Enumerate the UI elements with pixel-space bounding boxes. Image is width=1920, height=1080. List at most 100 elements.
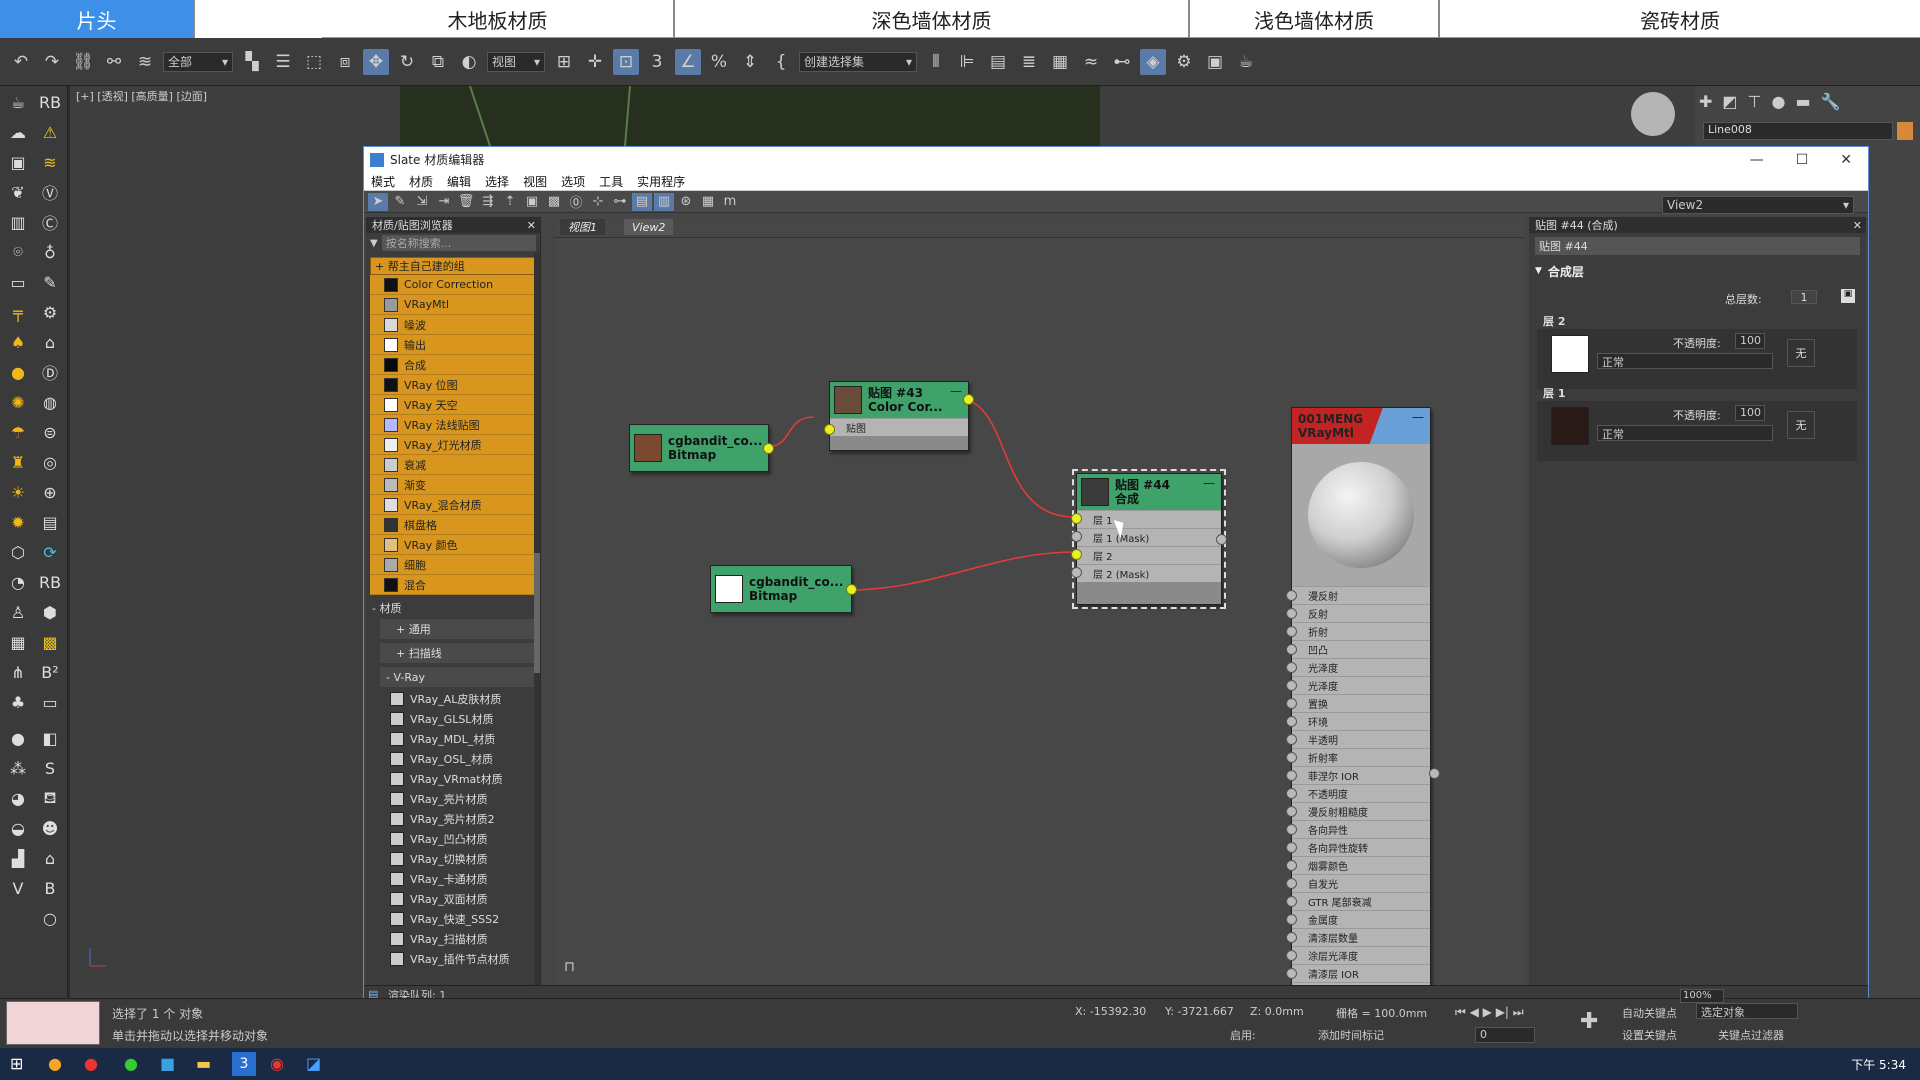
chapter-tab-dark-wall[interactable]: 深色墙体材质: [675, 0, 1190, 38]
wrench-icon[interactable]: ✎: [38, 270, 62, 294]
placement-icon[interactable]: ◐: [456, 49, 482, 75]
rb-circle-icon[interactable]: RB: [38, 570, 62, 594]
output-port[interactable]: [846, 584, 857, 595]
kettle-icon[interactable]: ⛾: [38, 786, 62, 810]
show-map-icon[interactable]: ▣: [522, 193, 542, 211]
coord-y[interactable]: Y: -3721.667: [1165, 1005, 1234, 1018]
menu-tools[interactable]: 工具: [592, 173, 630, 190]
spark-icon[interactable]: ✹: [6, 510, 30, 534]
general-group-header[interactable]: + 通用: [380, 619, 536, 639]
vraymtl-slot[interactable]: 各向异性: [1286, 820, 1430, 838]
output-port[interactable]: [1216, 534, 1227, 545]
menu-select[interactable]: 选择: [478, 173, 516, 190]
vray-material-item[interactable]: VRay_亮片材质2: [366, 809, 540, 829]
menu-edit[interactable]: 编辑: [440, 173, 478, 190]
pick-material-icon[interactable]: ✎: [390, 193, 410, 211]
vraymtl-slot[interactable]: 反射: [1286, 604, 1430, 622]
chapter-tab-wood-floor[interactable]: 木地板材质: [322, 0, 675, 38]
teapot-icon[interactable]: ☕: [6, 90, 30, 114]
input-port[interactable]: [1286, 896, 1297, 907]
home-icon[interactable]: ⌂: [38, 846, 62, 870]
vray-material-item[interactable]: VRay_凹凸材质: [366, 829, 540, 849]
blend-mode-dropdown[interactable]: 正常: [1597, 425, 1773, 441]
arrange-icon[interactable]: ⊶: [610, 193, 630, 211]
globe-icon[interactable]: ◎: [38, 450, 62, 474]
tree-icon[interactable]: ♣: [6, 690, 30, 714]
menu-view[interactable]: 视图: [516, 173, 554, 190]
sphere-grid-icon[interactable]: ◍: [38, 390, 62, 414]
s-shape-icon[interactable]: S: [38, 756, 62, 780]
browser-scrollbar[interactable]: [534, 253, 540, 987]
vraymtl-slot[interactable]: 漫反射: [1286, 586, 1430, 604]
node-slot-layer1[interactable]: 层 1: [1077, 510, 1221, 528]
layer-map-swatch[interactable]: [1551, 407, 1589, 445]
layout-all-icon[interactable]: ⓪: [566, 193, 586, 211]
maxscript-listener[interactable]: [6, 1001, 100, 1045]
layers-icon[interactable]: ≋: [38, 150, 62, 174]
rotate-icon[interactable]: ↻: [394, 49, 420, 75]
vray-material-item[interactable]: VRay_MDL_材质: [366, 729, 540, 749]
input-port[interactable]: [1286, 770, 1297, 781]
custom-group-item[interactable]: 细胞: [370, 555, 536, 575]
v-ray-icon[interactable]: V: [6, 876, 30, 900]
vraymtl-slot[interactable]: 清漆层数量: [1286, 928, 1430, 946]
parameter-editor-toggle-icon[interactable]: ▥: [654, 192, 674, 211]
navigator-icon[interactable]: ▦: [698, 193, 718, 211]
grid-tool-icon[interactable]: ▦: [6, 630, 30, 654]
object-color-swatch[interactable]: [1897, 122, 1913, 140]
custom-group-item[interactable]: 噪波: [370, 315, 536, 335]
menu-mode[interactable]: 模式: [364, 173, 402, 190]
select-by-name-icon[interactable]: ☰: [270, 49, 296, 75]
output-port[interactable]: [1429, 768, 1440, 779]
orb-icon[interactable]: ●: [6, 360, 30, 384]
square-icon[interactable]: ◧: [38, 726, 62, 750]
input-port-layer2[interactable]: [1071, 549, 1082, 560]
custom-group-item[interactable]: 输出: [370, 335, 536, 355]
grass-icon[interactable]: ⋔: [6, 660, 30, 684]
playback-controls[interactable]: ⏮ ◀ ▶ ▶| ⏭: [1455, 1005, 1524, 1020]
object-name-field[interactable]: Line008: [1703, 122, 1893, 140]
building-icon[interactable]: ⌂: [38, 330, 62, 354]
vray-material-item[interactable]: VRay_OSL_材质: [366, 749, 540, 769]
chapter-tab-light-wall[interactable]: 浅色墙体材质: [1190, 0, 1440, 38]
menu-material[interactable]: 材质: [402, 173, 440, 190]
warning-icon[interactable]: ⚠: [38, 120, 62, 144]
custom-group-item[interactable]: 合成: [370, 355, 536, 375]
node-collapse-icon[interactable]: —: [1412, 410, 1424, 424]
node-composite[interactable]: 贴图 #44 合成 — 层 1 层 1 (Mask) 层 2 层 2 (Mask): [1071, 469, 1227, 609]
ribbon-icon[interactable]: ▦: [1047, 49, 1073, 75]
auto-key-button[interactable]: 自动关键点: [1622, 1005, 1677, 1021]
selected-object-dropdown[interactable]: 选定对象: [1696, 1003, 1798, 1019]
hide-unused-icon[interactable]: ⇡: [500, 193, 520, 211]
vraymtl-slot[interactable]: 环境: [1286, 712, 1430, 730]
output-port[interactable]: [763, 443, 774, 454]
utilities-tab-icon[interactable]: 🔧: [1821, 92, 1841, 111]
viewcube[interactable]: [1631, 92, 1675, 136]
node-collapse-icon[interactable]: —: [1203, 476, 1215, 490]
input-port[interactable]: [1286, 734, 1297, 745]
custom-group-item[interactable]: VRay_灯光材质: [370, 435, 536, 455]
material-editor-icon[interactable]: ◈: [1140, 48, 1166, 75]
obs-app-icon[interactable]: ◉: [270, 1054, 284, 1073]
input-port[interactable]: [1286, 662, 1297, 673]
input-port[interactable]: [1286, 842, 1297, 853]
photoshop-app-icon[interactable]: ■: [160, 1054, 175, 1073]
vray-material-item[interactable]: VRay_AL皮肤材质: [366, 689, 540, 709]
camera-icon[interactable]: ⌾: [6, 240, 30, 264]
render-teapot-icon[interactable]: ☕: [1233, 49, 1259, 75]
vraymtl-slot[interactable]: 凹凸: [1286, 640, 1430, 658]
vraymtl-slot[interactable]: 涂层光泽度: [1286, 946, 1430, 964]
unlink-icon[interactable]: ⚯: [101, 49, 127, 75]
render-frame-icon[interactable]: ▣: [1202, 49, 1228, 75]
node-bitmap-1[interactable]: cgbandit_co... Bitmap: [629, 424, 774, 472]
curve-editor-icon[interactable]: ≈: [1078, 49, 1104, 75]
windows-start-icon[interactable]: ⊞: [10, 1054, 23, 1073]
custom-group-item[interactable]: Color Correction: [370, 275, 536, 295]
create-tab-icon[interactable]: ✚: [1699, 92, 1712, 111]
lamp-icon[interactable]: ♠: [6, 330, 30, 354]
custom-group-item[interactable]: VRay 颜色: [370, 535, 536, 555]
map-name-field[interactable]: 贴图 #44: [1535, 237, 1860, 255]
bm2-icon[interactable]: B²: [38, 660, 62, 684]
display-tab-icon[interactable]: ▬: [1795, 92, 1810, 111]
input-port[interactable]: [1286, 644, 1297, 655]
